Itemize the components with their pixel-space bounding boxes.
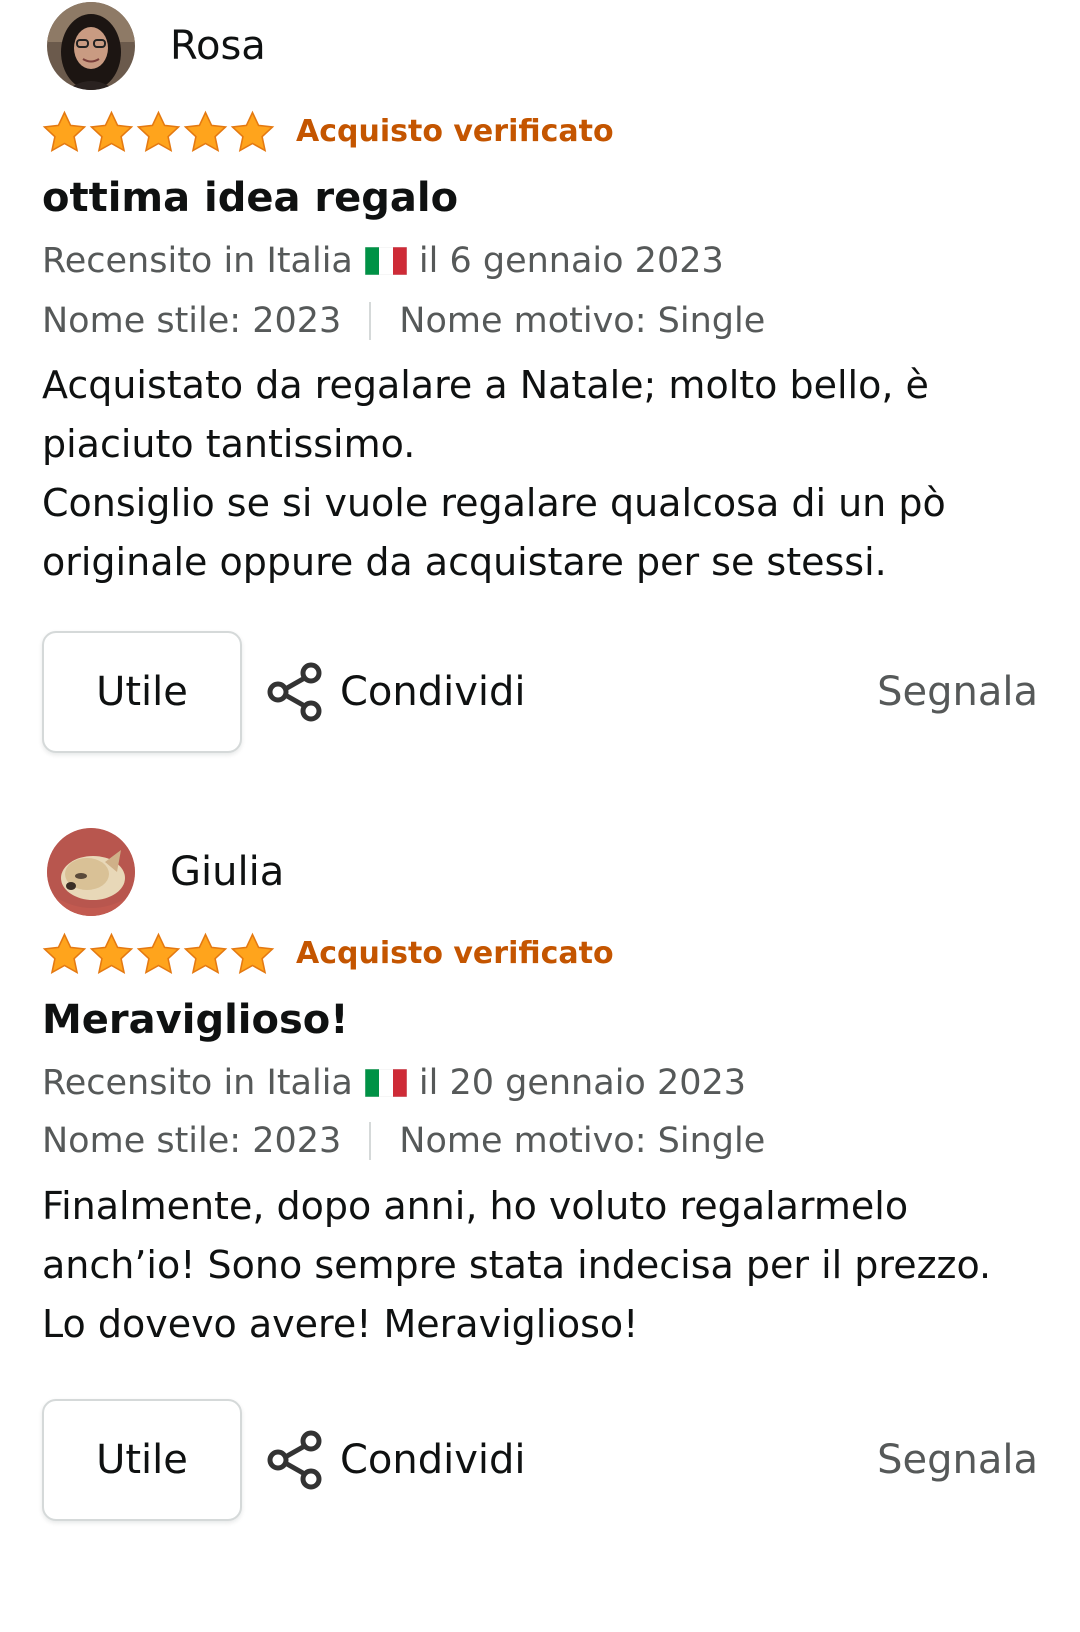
star-rating[interactable] xyxy=(41,931,276,978)
review-date-line: Recensito in Italia il 6 gennaio 2023 xyxy=(42,240,724,282)
pattern-name: Nome motivo: Single xyxy=(399,301,766,341)
report-link[interactable]: Segnala xyxy=(877,1399,1038,1521)
avatar[interactable] xyxy=(47,828,135,916)
report-link[interactable]: Segnala xyxy=(877,631,1038,753)
review-actions: Utile Condividi Segnala xyxy=(42,631,1038,753)
review-body: Acquistato da regalare a Natale; molto b… xyxy=(42,356,1042,592)
useful-button[interactable]: Utile xyxy=(42,1399,242,1521)
review-actions: Utile Condividi Segnala xyxy=(42,1399,1038,1521)
reviewer-name[interactable]: Giulia xyxy=(170,852,284,892)
review-body: Finalmente, dopo anni, ho voluto regalar… xyxy=(42,1177,1042,1354)
review-date: il 20 gennaio 2023 xyxy=(418,1063,747,1103)
share-button[interactable]: Condividi xyxy=(264,1399,526,1521)
share-icon xyxy=(267,1430,322,1490)
variant-info: Nome stile: 2023 Nome motivo: Single xyxy=(42,1120,765,1162)
review-country: Recensito in Italia xyxy=(42,1063,353,1103)
verified-purchase-badge: Acquisto verificato xyxy=(296,936,614,971)
star-icon xyxy=(183,932,228,974)
style-name: Nome stile: 2023 xyxy=(42,301,342,341)
star-icon xyxy=(136,932,181,974)
review-paragraph: Acquistato da regalare a Natale; molto b… xyxy=(42,363,929,466)
star-icon xyxy=(42,932,87,974)
share-label: Condividi xyxy=(340,669,526,715)
share-icon xyxy=(267,662,322,722)
star-icon xyxy=(89,110,134,152)
review-paragraph: Consiglio se si vuole regalare qualcosa … xyxy=(42,481,946,584)
style-name: Nome stile: 2023 xyxy=(42,1121,342,1161)
avatar[interactable] xyxy=(47,2,135,90)
divider xyxy=(369,302,372,340)
reviewer-profile[interactable]: Rosa xyxy=(47,2,266,90)
reviewer-profile[interactable]: Giulia xyxy=(47,828,284,916)
share-button[interactable]: Condividi xyxy=(264,631,526,753)
italy-flag-icon xyxy=(364,1069,407,1097)
review-country: Recensito in Italia xyxy=(42,241,353,281)
verified-purchase-badge: Acquisto verificato xyxy=(296,114,614,149)
divider xyxy=(369,1122,372,1160)
review-paragraph: Finalmente, dopo anni, ho voluto regalar… xyxy=(42,1184,992,1346)
rating-row: Acquisto verificato xyxy=(41,930,614,978)
reviewer-name[interactable]: Rosa xyxy=(170,26,266,66)
star-rating[interactable] xyxy=(41,109,276,156)
review-date-line: Recensito in Italia il 20 gennaio 2023 xyxy=(42,1062,746,1104)
review-date: il 6 gennaio 2023 xyxy=(418,241,724,281)
variant-info: Nome stile: 2023 Nome motivo: Single xyxy=(42,300,765,342)
pattern-name: Nome motivo: Single xyxy=(399,1121,766,1161)
rating-row: Acquisto verificato xyxy=(41,108,614,156)
review-title: Meraviglioso! xyxy=(42,997,349,1043)
share-label: Condividi xyxy=(340,1437,526,1483)
star-icon xyxy=(230,932,275,974)
review-title: ottima idea regalo xyxy=(42,175,459,221)
star-icon xyxy=(89,932,134,974)
star-icon xyxy=(183,110,228,152)
star-icon xyxy=(136,110,181,152)
useful-button[interactable]: Utile xyxy=(42,631,242,753)
star-icon xyxy=(42,110,87,152)
italy-flag-icon xyxy=(364,247,407,275)
star-icon xyxy=(230,110,275,152)
